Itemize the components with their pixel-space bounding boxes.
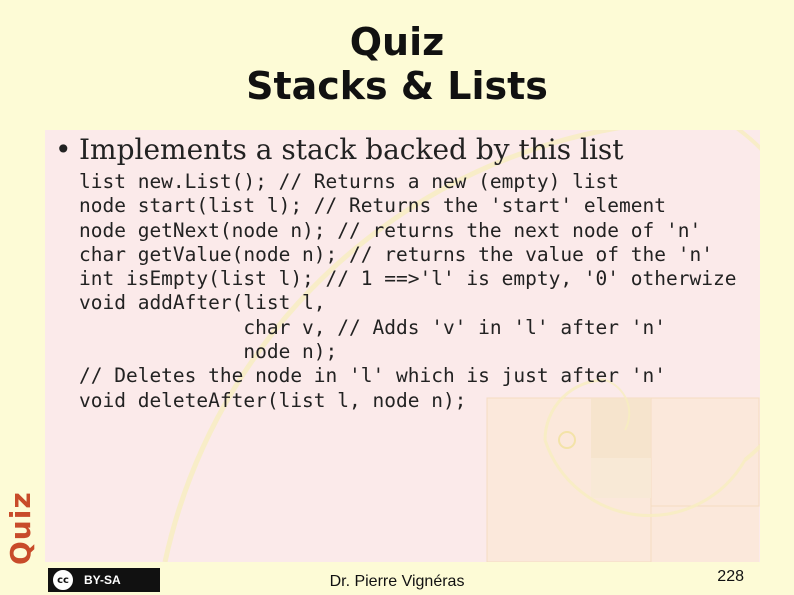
side-label: Quiz <box>4 491 37 565</box>
code-line: void deleteAfter(list l, node n); <box>79 388 467 412</box>
code-line: list new.List(); // Returns a new (empty… <box>79 170 620 193</box>
bullet-text: Implements a stack backed by this list <box>79 133 624 166</box>
code-line: int isEmpty(list l); // 1 ==>'l' is empt… <box>79 267 737 291</box>
bullet-marker: • <box>55 133 72 166</box>
title-line-1: Quiz <box>349 20 445 64</box>
code-line: node n); <box>79 340 338 364</box>
code-line: node start(list l); // Returns the 'star… <box>79 194 666 218</box>
code-block: list new.List(); // Returns a new (empty… <box>79 170 736 413</box>
code-line: char v, // Adds 'v' in 'l' after 'n' <box>79 315 666 339</box>
content-panel: • Implements a stack backed by this list … <box>45 130 760 562</box>
code-line: void addAfter(list l, <box>79 291 326 315</box>
page-number: 228 <box>717 568 744 585</box>
code-line: // Deletes the node in 'l' which is just… <box>79 364 666 388</box>
bullet-item: • Implements a stack backed by this list <box>55 133 624 166</box>
title-line-2: Stacks & Lists <box>246 64 548 108</box>
slide-title: Quiz Stacks & Lists <box>0 20 794 108</box>
author-name: Dr. Pierre Vignéras <box>329 573 465 590</box>
code-line: node getNext(node n); // returns the nex… <box>79 218 702 242</box>
code-line: char getValue(node n); // returns the va… <box>79 242 713 266</box>
